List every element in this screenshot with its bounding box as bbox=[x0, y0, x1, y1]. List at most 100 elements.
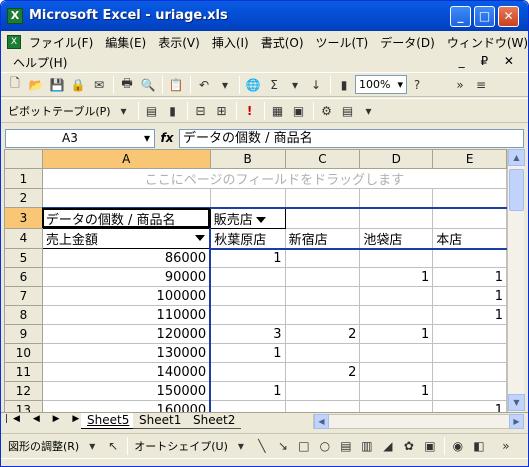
row-header[interactable]: 12 bbox=[4, 381, 43, 401]
scroll-right-button[interactable]: ▶ bbox=[509, 414, 524, 429]
hide-detail-icon[interactable]: ⊟ bbox=[191, 101, 211, 121]
scroll-down-button[interactable]: ▼ bbox=[508, 394, 525, 411]
count-cell[interactable]: 1 bbox=[432, 400, 507, 412]
amount-cell[interactable]: 86000 bbox=[41, 248, 212, 268]
3d-style-icon[interactable]: ◧ bbox=[469, 436, 489, 456]
new-document-icon[interactable]: 🗋 bbox=[5, 75, 25, 95]
count-cell[interactable] bbox=[284, 248, 361, 268]
insert-function-icon[interactable]: fx bbox=[155, 131, 179, 145]
excel-app-icon[interactable]: X bbox=[7, 8, 23, 24]
menu-item[interactable]: データ(D) bbox=[374, 34, 441, 51]
arrow-icon[interactable]: ↘ bbox=[273, 436, 293, 456]
autosum-icon[interactable]: Σ bbox=[264, 75, 284, 95]
count-cell[interactable] bbox=[209, 305, 286, 325]
row-header[interactable]: 5 bbox=[4, 248, 43, 268]
count-cell[interactable] bbox=[359, 362, 434, 382]
count-cell[interactable] bbox=[284, 305, 361, 325]
sheet-nav-buttons[interactable]: |◀ ◀ ▶ ▶| bbox=[5, 414, 92, 424]
row-header[interactable]: 3 bbox=[4, 207, 43, 229]
count-cell[interactable] bbox=[209, 267, 286, 287]
data-field-cell[interactable]: データの個数 / 商品名 bbox=[41, 207, 211, 229]
cell[interactable] bbox=[284, 188, 361, 209]
scroll-left-button[interactable]: ◀ bbox=[314, 414, 329, 429]
amount-cell[interactable]: 120000 bbox=[41, 324, 212, 344]
toolbar-options-icon[interactable]: » bbox=[450, 75, 470, 95]
row-header[interactable]: 7 bbox=[4, 286, 43, 306]
clip-art-icon[interactable]: ✿ bbox=[399, 436, 419, 456]
zoom-select[interactable]: 100% ▾ bbox=[355, 75, 407, 94]
cell[interactable] bbox=[284, 207, 361, 229]
paste-icon[interactable]: 📋 bbox=[166, 75, 186, 95]
store-header-cell[interactable]: 本店 bbox=[432, 227, 507, 250]
help-icon[interactable]: ? bbox=[407, 75, 427, 95]
count-cell[interactable] bbox=[432, 362, 507, 382]
count-cell[interactable] bbox=[432, 248, 507, 268]
count-cell[interactable]: 1 bbox=[359, 267, 434, 287]
count-cell[interactable] bbox=[209, 286, 286, 306]
diagram-icon[interactable]: ◢ bbox=[378, 436, 398, 456]
count-cell[interactable] bbox=[359, 305, 434, 325]
rectangle-icon[interactable]: □ bbox=[294, 436, 314, 456]
title-bar[interactable]: X Microsoft Excel - uriage.xls _ □ ✕ bbox=[1, 1, 528, 31]
cell[interactable] bbox=[41, 188, 211, 209]
vertical-scrollbar[interactable]: ▲ ▼ bbox=[507, 149, 525, 412]
menu-item[interactable]: 挿入(I) bbox=[206, 34, 255, 51]
pivot-chart-icon[interactable]: ▮ bbox=[163, 101, 183, 121]
autosum-dropdown-icon[interactable]: ▾ bbox=[285, 75, 305, 95]
row-field-button[interactable]: 売上金額 bbox=[41, 227, 212, 249]
sheet-tab[interactable]: Sheet1 bbox=[133, 413, 188, 429]
cell[interactable] bbox=[432, 188, 507, 209]
format-report-icon[interactable]: ▤ bbox=[142, 101, 162, 121]
toolbar-options-icon[interactable]: » bbox=[496, 436, 516, 456]
pivot-table-menu[interactable]: ピボットテーブル(P) bbox=[5, 103, 114, 119]
permission-icon[interactable]: 🔒 bbox=[68, 75, 88, 95]
cell[interactable] bbox=[359, 188, 434, 209]
maximize-button[interactable]: □ bbox=[474, 6, 495, 27]
field-list-icon[interactable]: ▤ bbox=[338, 101, 358, 121]
store-header-cell[interactable]: 秋葉原店 bbox=[209, 227, 286, 250]
column-header[interactable]: D bbox=[359, 149, 434, 169]
count-cell[interactable] bbox=[284, 400, 361, 412]
select-all-button[interactable] bbox=[4, 149, 43, 169]
horizontal-scrollbar[interactable]: ◀ ▶ bbox=[313, 414, 524, 429]
sheet-tab[interactable]: Sheet2 bbox=[187, 413, 242, 429]
row-header[interactable]: 1 bbox=[4, 168, 43, 189]
worksheet-grid[interactable]: ABCDE 1 ここにページのフィールドをドラッグします 2 3 データの個数 … bbox=[4, 149, 507, 412]
column-header[interactable]: C bbox=[284, 149, 361, 169]
count-cell[interactable] bbox=[359, 400, 434, 412]
amount-cell[interactable]: 90000 bbox=[41, 267, 212, 287]
toolbar-options-menu-icon[interactable]: ≡ bbox=[471, 75, 491, 95]
count-cell[interactable]: 2 bbox=[284, 362, 361, 382]
always-display-items-icon[interactable]: ▣ bbox=[289, 101, 309, 121]
scroll-thumb[interactable] bbox=[509, 169, 524, 211]
row-header[interactable]: 4 bbox=[4, 227, 43, 249]
row-header[interactable]: 11 bbox=[4, 362, 43, 382]
amount-cell[interactable]: 150000 bbox=[41, 381, 212, 401]
select-objects-icon[interactable]: ↖ bbox=[103, 436, 123, 456]
fill-color-icon[interactable]: ◉ bbox=[448, 436, 468, 456]
show-detail-icon[interactable]: ⊞ bbox=[212, 101, 232, 121]
oval-icon[interactable]: ○ bbox=[315, 436, 335, 456]
amount-cell[interactable]: 160000 bbox=[41, 400, 212, 412]
line-icon[interactable]: ╲ bbox=[252, 436, 272, 456]
menu-item[interactable]: ファイル(F) bbox=[23, 34, 99, 51]
count-cell[interactable] bbox=[359, 286, 434, 306]
print-icon[interactable]: 🖶 bbox=[117, 75, 137, 95]
count-cell[interactable] bbox=[359, 343, 434, 363]
count-cell[interactable] bbox=[432, 324, 507, 344]
count-cell[interactable] bbox=[284, 286, 361, 306]
wordart-icon[interactable]: ▥ bbox=[357, 436, 377, 456]
column-header[interactable]: E bbox=[432, 149, 507, 169]
minimize-button[interactable]: _ bbox=[450, 6, 471, 27]
row-header[interactable]: 10 bbox=[4, 343, 43, 363]
chevron-down-icon[interactable]: ▾ bbox=[359, 101, 379, 121]
amount-cell[interactable]: 100000 bbox=[41, 286, 212, 306]
undo-icon[interactable]: ↶ bbox=[194, 75, 214, 95]
count-cell[interactable]: 1 bbox=[359, 324, 434, 344]
row-header[interactable]: 6 bbox=[4, 267, 43, 287]
count-cell[interactable] bbox=[284, 267, 361, 287]
draw-adjust-menu[interactable]: 図形の調整(R) bbox=[5, 438, 82, 454]
count-cell[interactable]: 1 bbox=[209, 381, 286, 401]
count-cell[interactable]: 2 bbox=[284, 324, 361, 344]
scroll-up-button[interactable]: ▲ bbox=[508, 149, 525, 166]
